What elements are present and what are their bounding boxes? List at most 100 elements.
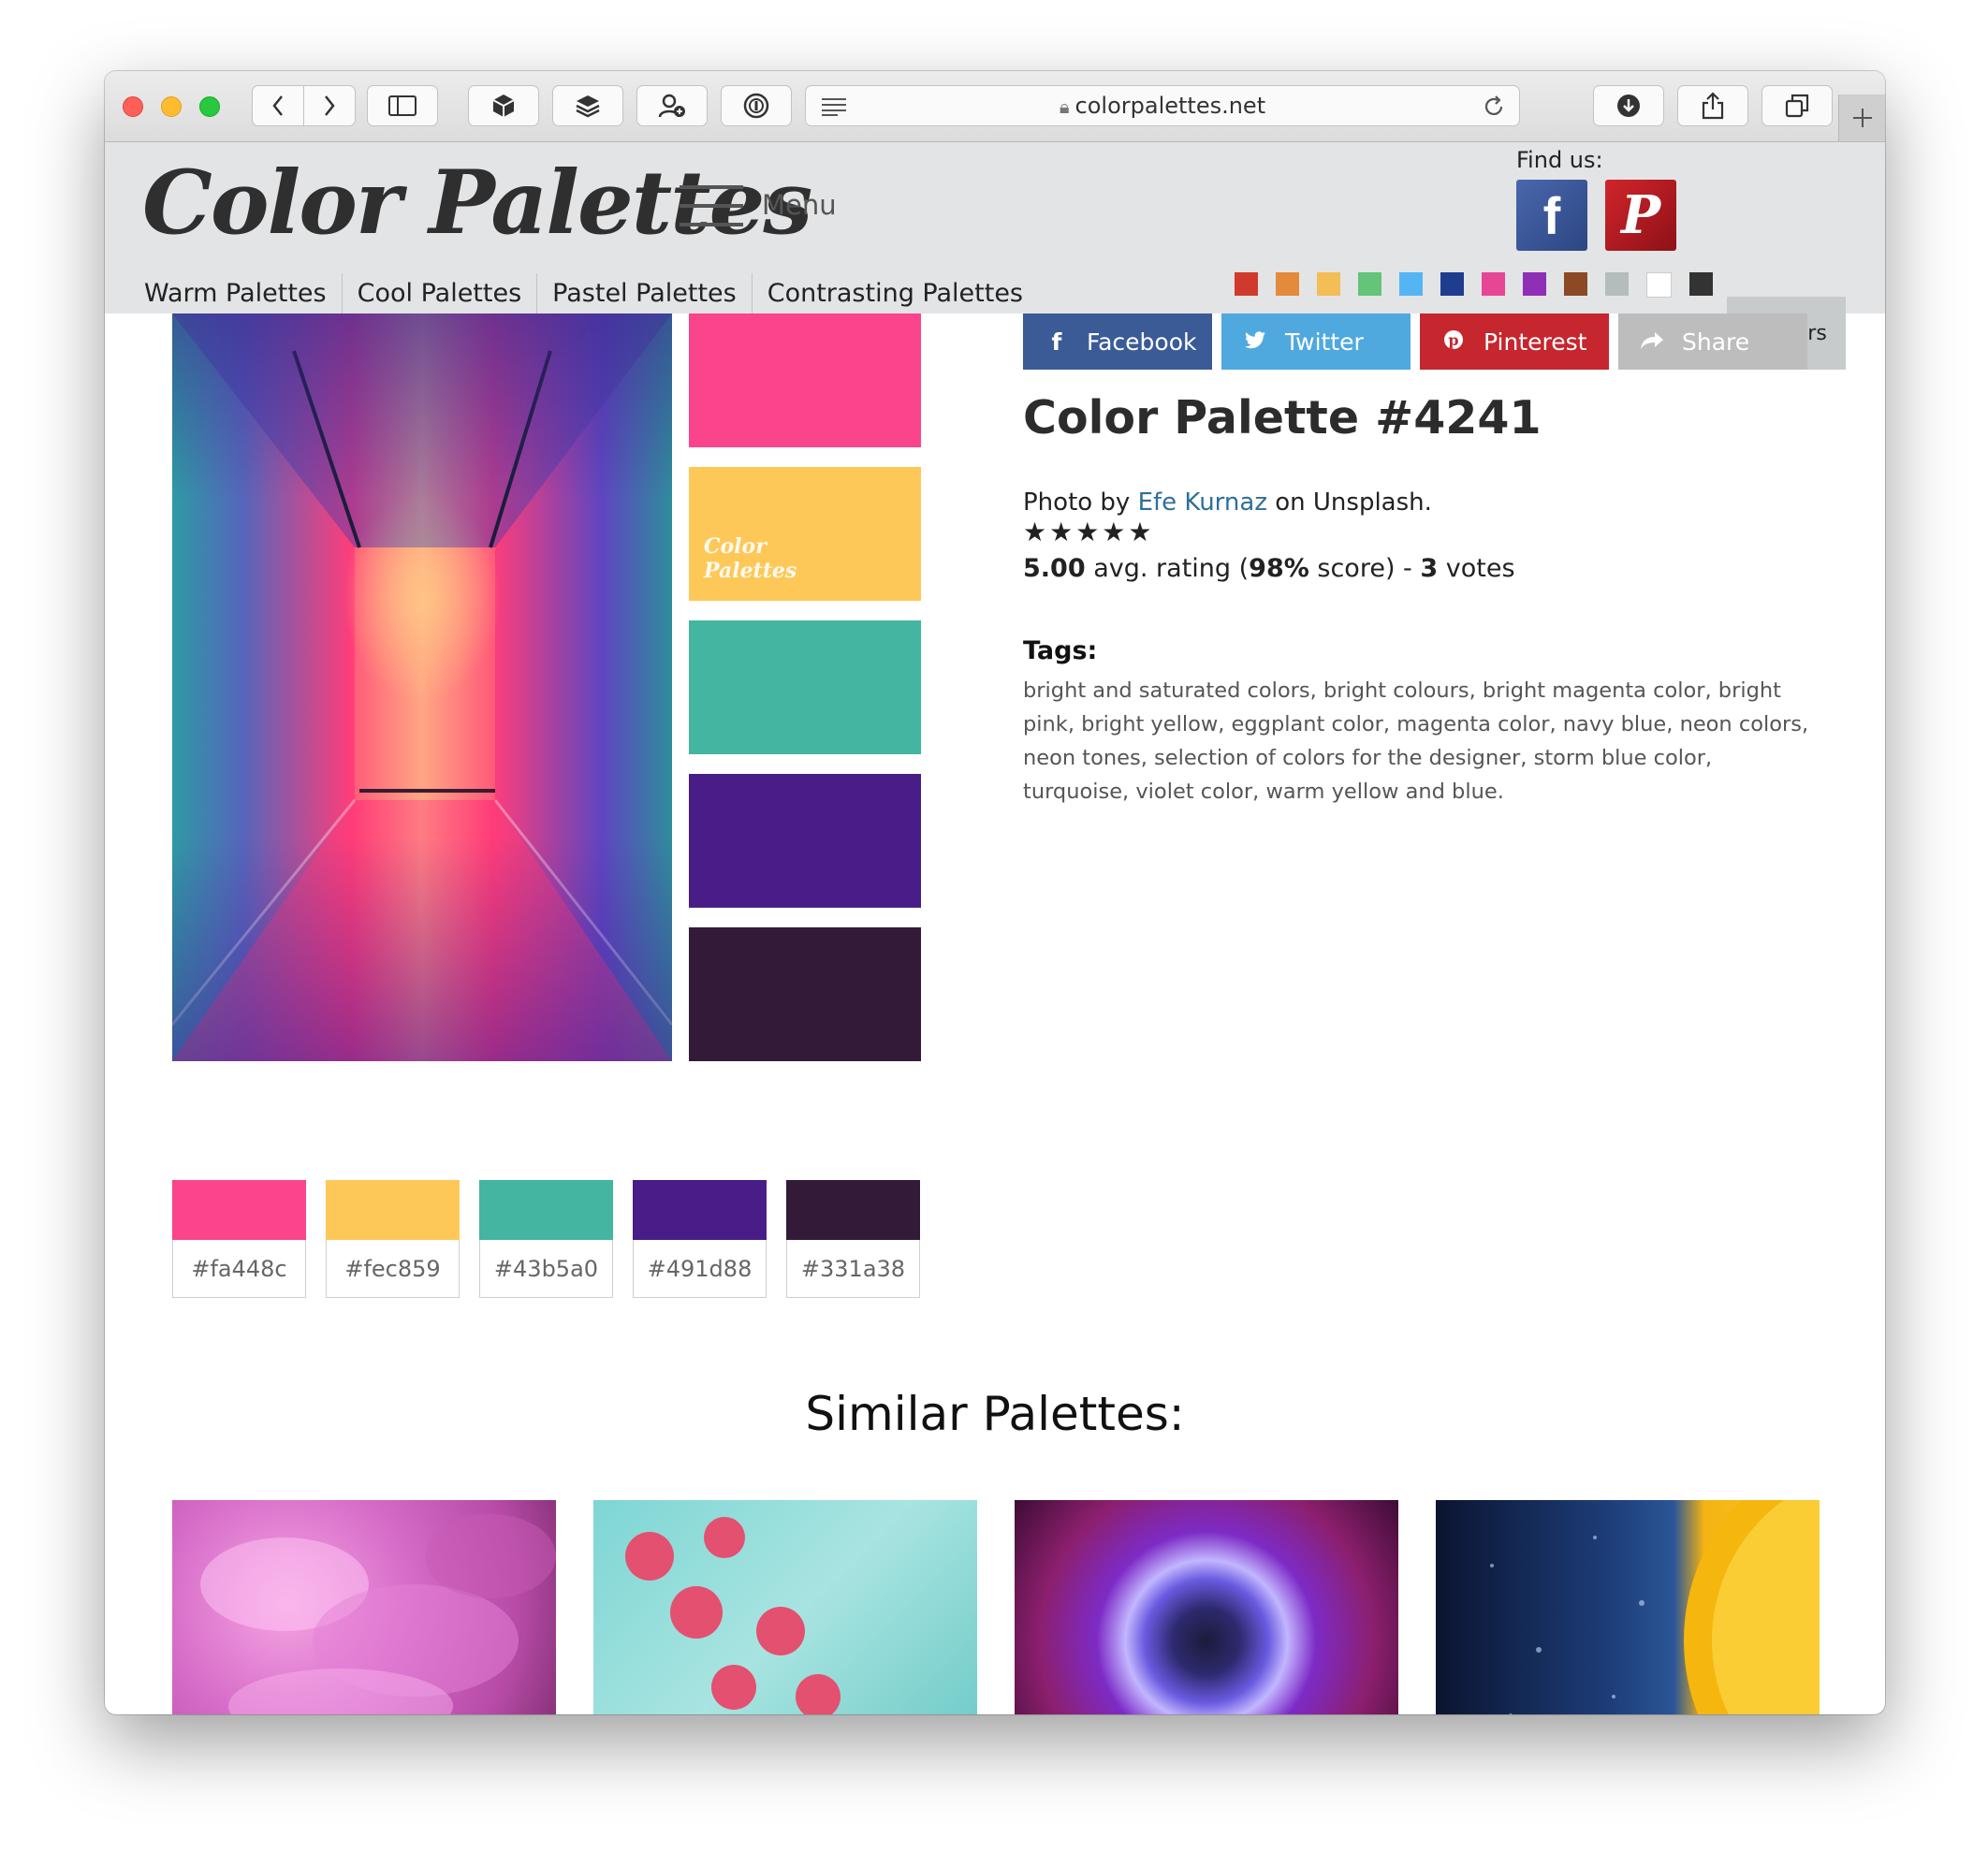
photo-credit: Photo by Efe Kurnaz on Unsplash. bbox=[1023, 488, 1432, 517]
site-header: Color Palettes Menu Find us: f P Warm Pa… bbox=[105, 142, 1885, 370]
nav-pastel-palettes[interactable]: Pastel Palettes bbox=[536, 273, 752, 314]
reload-icon[interactable] bbox=[1482, 95, 1506, 119]
minimize-window-button[interactable] bbox=[161, 96, 182, 117]
color-filter-swatch[interactable] bbox=[1564, 272, 1587, 296]
color-filter-swatch[interactable] bbox=[1399, 272, 1423, 296]
close-window-button[interactable] bbox=[123, 96, 143, 117]
color-filter-swatch[interactable] bbox=[1482, 272, 1505, 296]
similar-palette-photo[interactable] bbox=[1015, 1500, 1398, 1714]
color-filter-swatch[interactable] bbox=[1235, 272, 1258, 296]
nav-cool-palettes[interactable]: Cool Palettes bbox=[341, 273, 537, 314]
score-value: 98% bbox=[1249, 554, 1309, 583]
hex-code[interactable]: #fec859 bbox=[326, 1240, 460, 1298]
url-text: 🔒︎ colorpalettes.net bbox=[806, 86, 1519, 125]
pinterest-link[interactable]: P bbox=[1605, 180, 1676, 251]
zoom-window-button[interactable] bbox=[199, 96, 220, 117]
nav-warm-palettes[interactable]: Warm Palettes bbox=[144, 273, 342, 314]
color-filter-swatch[interactable] bbox=[1605, 272, 1629, 296]
photo-credit-prefix: Photo by bbox=[1023, 488, 1131, 517]
share-icon bbox=[1702, 92, 1724, 120]
similar-palette-photo[interactable] bbox=[593, 1500, 977, 1714]
forward-button[interactable] bbox=[303, 85, 356, 126]
photographer-link[interactable]: Efe Kurnaz bbox=[1138, 488, 1267, 517]
color-filter-swatch[interactable] bbox=[1689, 272, 1713, 296]
hex-code[interactable]: #491d88 bbox=[633, 1240, 767, 1298]
share-facebook-label: Facebook bbox=[1087, 328, 1197, 356]
similar-palette-photo[interactable] bbox=[172, 1500, 556, 1714]
share-generic-button[interactable]: Share bbox=[1618, 313, 1807, 370]
color-filter-swatch[interactable] bbox=[1523, 272, 1546, 296]
color-filter-swatch[interactable] bbox=[1358, 272, 1381, 296]
browser-toolbar: 🔒︎ colorpalettes.net bbox=[105, 71, 1885, 142]
menu-label: Menu bbox=[762, 189, 837, 221]
color-filter-swatch[interactable] bbox=[1646, 272, 1672, 298]
hex-card[interactable]: #fec859 bbox=[326, 1180, 460, 1298]
votes-text: votes bbox=[1445, 554, 1515, 583]
web-page: Color Palettes Menu Find us: f P Warm Pa… bbox=[105, 142, 1885, 1714]
download-icon bbox=[1617, 95, 1640, 117]
flowers-illustration bbox=[625, 1517, 841, 1714]
twitter-icon bbox=[1238, 328, 1272, 356]
hex-code[interactable]: #fa448c bbox=[172, 1240, 306, 1298]
hex-card[interactable]: #331a38 bbox=[786, 1180, 920, 1298]
tabs-overview-button[interactable] bbox=[1761, 85, 1833, 126]
hex-card[interactable]: #43b5a0 bbox=[479, 1180, 613, 1298]
new-tab-button[interactable] bbox=[1838, 95, 1885, 141]
palette-swatch-4[interactable] bbox=[689, 774, 921, 908]
lock-icon: 🔒︎ bbox=[1059, 95, 1070, 118]
hex-card[interactable]: #491d88 bbox=[633, 1180, 767, 1298]
extension-layers-button[interactable] bbox=[552, 85, 623, 126]
sidebar-icon bbox=[388, 95, 417, 116]
share-page-button[interactable] bbox=[1677, 85, 1748, 126]
plus-icon bbox=[1852, 109, 1872, 127]
extension-user-button[interactable] bbox=[636, 85, 708, 126]
password-manager-button[interactable] bbox=[721, 85, 792, 126]
share-twitter-button[interactable]: Twitter bbox=[1221, 313, 1411, 370]
nav-contrasting-palettes[interactable]: Contrasting Palettes bbox=[751, 273, 1038, 314]
votes-value: 3 bbox=[1420, 554, 1439, 583]
chevron-right-icon bbox=[325, 95, 335, 116]
browser-window: 🔒︎colorpalettes.net Color Palettes Menu bbox=[105, 71, 1885, 1714]
hex-card-color bbox=[172, 1180, 306, 1240]
photo-shade bbox=[172, 313, 672, 1061]
hamburger-icon-bar bbox=[680, 223, 743, 226]
watermark-logo: Color Palettes bbox=[704, 534, 797, 583]
share-arrow-icon bbox=[1635, 328, 1669, 356]
hex-card-color bbox=[633, 1180, 767, 1240]
address-bar[interactable]: 🔒︎ colorpalettes.net bbox=[805, 85, 1520, 126]
share-facebook-button[interactable]: f Facebook bbox=[1023, 313, 1212, 370]
hex-card[interactable]: #fa448c bbox=[172, 1180, 306, 1298]
hex-code[interactable]: #43b5a0 bbox=[479, 1240, 613, 1298]
color-filter-swatches bbox=[1235, 272, 1731, 298]
color-filter-swatch[interactable] bbox=[1276, 272, 1299, 296]
palette-photo bbox=[172, 313, 672, 1061]
palette-swatch-2[interactable]: Color Palettes bbox=[689, 467, 921, 601]
facebook-link[interactable]: f bbox=[1516, 180, 1587, 251]
palette-swatch-5[interactable] bbox=[689, 927, 921, 1061]
hex-code[interactable]: #331a38 bbox=[786, 1240, 920, 1298]
menu-button[interactable]: Menu bbox=[680, 180, 857, 236]
facebook-icon: f bbox=[1051, 328, 1062, 356]
palette-swatch-1[interactable] bbox=[689, 313, 921, 447]
hamburger-icon-bar bbox=[680, 204, 743, 208]
hex-card-color bbox=[786, 1180, 920, 1240]
facebook-icon: f bbox=[1542, 185, 1561, 245]
rating-text: avg. rating ( bbox=[1093, 554, 1250, 583]
share-pinterest-button[interactable]: p Pinterest bbox=[1420, 313, 1609, 370]
color-filter-swatch[interactable] bbox=[1317, 272, 1340, 296]
url-value: colorpalettes.net bbox=[1074, 93, 1266, 119]
find-us-label: Find us: bbox=[1516, 147, 1603, 173]
sidebar-toggle-button[interactable] bbox=[367, 85, 438, 126]
pinterest-icon: p bbox=[1437, 328, 1470, 356]
tags-list[interactable]: bright and saturated colors, bright colo… bbox=[1023, 674, 1819, 809]
back-button[interactable] bbox=[252, 85, 304, 126]
extension-cube-button[interactable] bbox=[468, 85, 539, 126]
similar-palette-photo[interactable] bbox=[1436, 1500, 1820, 1714]
svg-text:p: p bbox=[1448, 331, 1458, 349]
rating-stars[interactable]: ★★★★★ bbox=[1023, 517, 1155, 547]
color-filter-swatch[interactable] bbox=[1440, 272, 1464, 296]
palette-swatch-3[interactable] bbox=[689, 620, 921, 754]
downloads-button[interactable] bbox=[1593, 85, 1664, 126]
hex-card-color bbox=[479, 1180, 613, 1240]
rating-summary: 5.00 avg. rating (98% score) - 3 votes bbox=[1023, 554, 1515, 583]
